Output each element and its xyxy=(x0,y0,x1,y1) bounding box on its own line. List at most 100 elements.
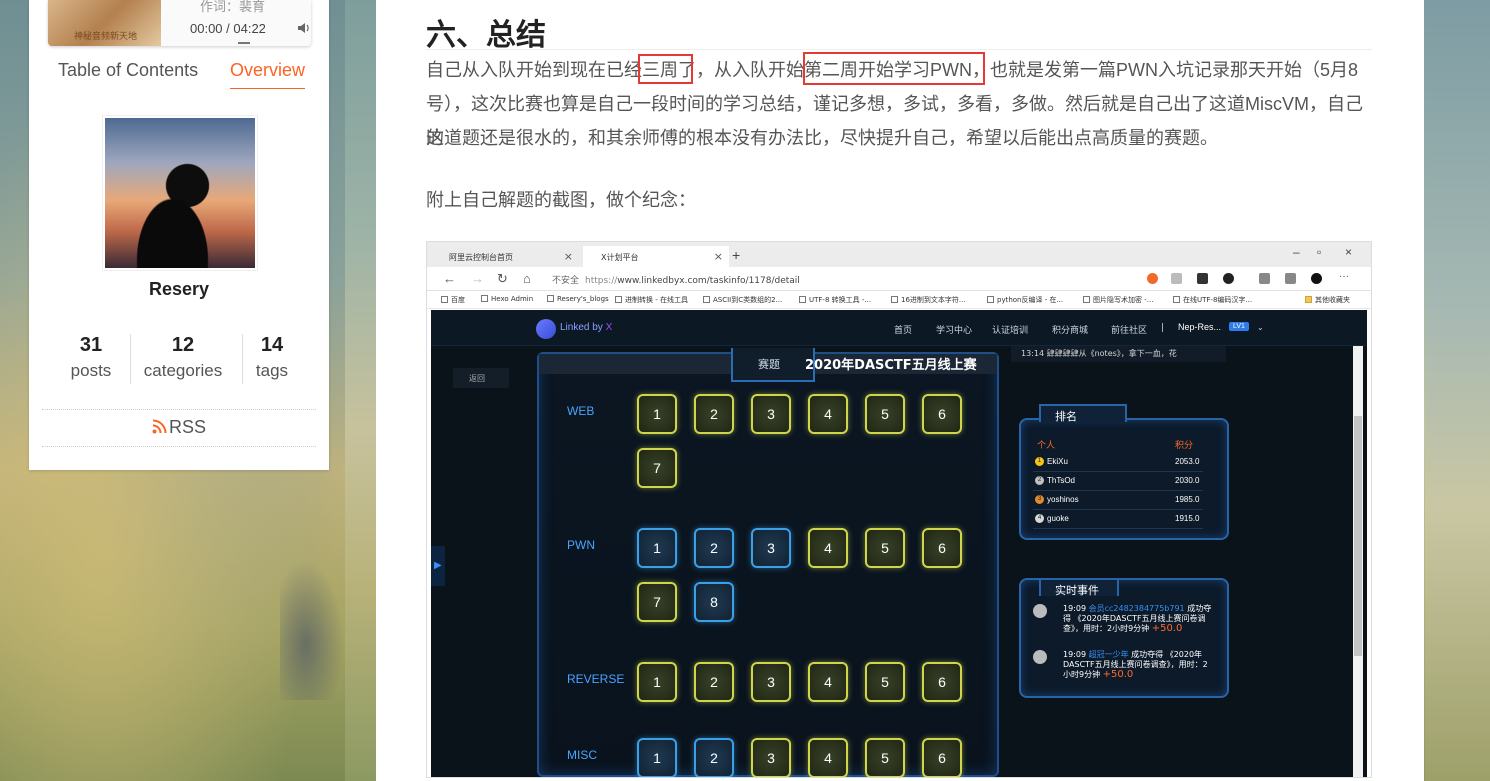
reload-icon[interactable]: ↻ xyxy=(497,271,508,287)
task-button[interactable]: 4 xyxy=(808,394,848,434)
bookmark[interactable]: 百度 xyxy=(441,295,465,305)
task-button[interactable]: 3 xyxy=(751,394,791,434)
site-logo-text[interactable]: Linked by X xyxy=(560,322,612,333)
stat-tags[interactable]: 14 tags xyxy=(251,334,293,381)
embedded-screenshot: 阿里云控制台首页 × X计划平台 × + – ▫ × ← → ↻ ⌂ 不安全 ht… xyxy=(426,241,1372,778)
rss-link[interactable]: RSS xyxy=(42,409,316,447)
bookmark[interactable]: UTF-8 转换工具 -... xyxy=(799,295,871,305)
author-name: Resery xyxy=(148,279,210,299)
task-button[interactable]: 4 xyxy=(808,738,848,777)
profile-icon[interactable] xyxy=(1311,273,1322,284)
task-button[interactable]: 4 xyxy=(808,662,848,702)
close-icon[interactable]: × xyxy=(564,250,573,263)
task-button[interactable]: 6 xyxy=(922,394,962,434)
album-cover: 神秘音频新天地 xyxy=(48,0,161,46)
bookmark[interactable]: 16进制到文本字符... xyxy=(891,295,966,305)
more-icon[interactable]: ··· xyxy=(1339,271,1349,282)
event-time: 19:09 xyxy=(1063,650,1089,659)
bookmark[interactable]: python反编译 - 在... xyxy=(987,295,1063,305)
task-button[interactable]: 3 xyxy=(751,738,791,777)
site-nav-community[interactable]: 前往社区 xyxy=(1111,323,1147,336)
back-button[interactable]: 返回 xyxy=(453,368,509,388)
site-scrollbar[interactable] xyxy=(1353,346,1363,777)
volume-icon[interactable] xyxy=(297,21,311,35)
task-button[interactable]: 8 xyxy=(694,582,734,622)
task-button[interactable]: 2 xyxy=(694,394,734,434)
play-icon[interactable] xyxy=(1171,273,1182,284)
ranking-row[interactable]: 4 guoke 1915.0 xyxy=(1033,511,1203,529)
home-icon[interactable]: ⌂ xyxy=(523,271,531,286)
task-button[interactable]: 7 xyxy=(637,582,677,622)
site-nav-home[interactable]: 首页 xyxy=(894,323,912,336)
close-window-icon[interactable]: × xyxy=(1345,245,1352,259)
task-button[interactable]: 5 xyxy=(865,662,905,702)
browser-tab-label: X计划平台 xyxy=(601,253,639,262)
back-icon[interactable]: ← xyxy=(443,271,456,286)
collections-icon[interactable] xyxy=(1285,273,1296,284)
site-scrollbar-thumb[interactable] xyxy=(1354,416,1362,656)
site-username[interactable]: Nep-Res... xyxy=(1178,322,1221,332)
task-button[interactable]: 1 xyxy=(637,394,677,434)
task-button[interactable]: 1 xyxy=(637,738,677,777)
close-icon[interactable]: × xyxy=(714,250,723,263)
task-button[interactable]: 5 xyxy=(865,528,905,568)
site-nav-training[interactable]: 认证培训 xyxy=(992,323,1028,336)
tab-overview[interactable]: Overview xyxy=(230,60,306,89)
task-button[interactable]: 5 xyxy=(865,738,905,777)
board-title: 2020年DASCTF五月线上赛 xyxy=(805,358,977,373)
bookmark[interactable]: 在线UTF-8编码汉字... xyxy=(1173,295,1252,305)
github-icon[interactable] xyxy=(1223,273,1234,284)
chevron-down-icon[interactable]: ⌄ xyxy=(1257,323,1264,332)
rank-score: 1985.0 xyxy=(1175,495,1200,504)
task-button[interactable]: 5 xyxy=(865,394,905,434)
bookmark[interactable]: 图片隐写术加密 -... xyxy=(1083,295,1153,305)
bookmark[interactable]: Resery's_blogs xyxy=(547,295,609,303)
bookmark-folder[interactable]: 其他收藏夹 xyxy=(1305,295,1350,305)
bookmark[interactable]: 进制转换 - 在线工具 xyxy=(615,295,688,305)
background-scene xyxy=(280,560,344,700)
event-user[interactable]: 会员cc2482384775b791 xyxy=(1089,604,1188,613)
task-button[interactable]: 2 xyxy=(694,662,734,702)
bookmark[interactable]: ASCII到C类数组的2... xyxy=(703,295,782,305)
url-field[interactable]: 不安全 https://www.linkedbyx.com/taskinfo/11… xyxy=(552,273,800,286)
ranking-row[interactable]: 3 yoshinos 1985.0 xyxy=(1033,492,1203,510)
task-button[interactable]: 1 xyxy=(637,528,677,568)
stat-posts[interactable]: 31 posts xyxy=(65,334,117,381)
extension-icon[interactable] xyxy=(1197,273,1208,284)
bookmark[interactable]: Hexo Admin xyxy=(481,295,533,303)
tab-table-of-contents[interactable]: Table of Contents xyxy=(58,60,198,81)
music-player[interactable]: 神秘音频新天地 作词：裴育 00:00 / 04:22 xyxy=(48,0,311,46)
rank-name: guoke xyxy=(1047,514,1069,523)
stat-categories[interactable]: 12 categories xyxy=(139,334,227,381)
extension-icon[interactable] xyxy=(1147,273,1158,284)
site-logo-icon[interactable] xyxy=(536,319,556,339)
ranking-row[interactable]: 1 EkiXu 2053.0 xyxy=(1033,454,1203,472)
task-button[interactable]: 6 xyxy=(922,528,962,568)
task-button[interactable]: 2 xyxy=(694,528,734,568)
task-button[interactable]: 6 xyxy=(922,662,962,702)
favorites-icon[interactable] xyxy=(1259,273,1270,284)
forward-icon[interactable]: → xyxy=(471,271,484,286)
player-author: 作词：裴育 xyxy=(200,0,266,15)
player-progress-bar[interactable] xyxy=(238,42,250,44)
paragraph-caption: 附上自己解题的截图，做个纪念： xyxy=(426,190,696,210)
site-nav-learning[interactable]: 学习中心 xyxy=(936,323,972,336)
new-tab-icon[interactable]: + xyxy=(732,247,740,263)
ranking-panel: 排名 个人 积分 1 EkiXu 2053.0 2 ThTsOd 2030.0 3 yoshi… xyxy=(1019,404,1229,540)
task-button[interactable]: 1 xyxy=(637,662,677,702)
section-heading: 六、总结 xyxy=(426,10,1372,52)
task-button[interactable]: 7 xyxy=(637,448,677,488)
task-button[interactable]: 2 xyxy=(694,738,734,777)
minimize-icon[interactable]: – xyxy=(1293,245,1300,259)
browser-tab-active[interactable]: X计划平台 × xyxy=(583,246,729,267)
site-nav-store[interactable]: 积分商城 xyxy=(1052,323,1088,336)
task-button[interactable]: 3 xyxy=(751,528,791,568)
maximize-icon[interactable]: ▫ xyxy=(1317,245,1321,259)
ranking-row[interactable]: 2 ThTsOd 2030.0 xyxy=(1033,473,1203,491)
browser-tab[interactable]: 阿里云控制台首页 × xyxy=(431,246,579,267)
task-button[interactable]: 4 xyxy=(808,528,848,568)
task-button[interactable]: 6 xyxy=(922,738,962,777)
side-drawer-handle[interactable]: ▶ xyxy=(431,546,445,586)
task-button[interactable]: 3 xyxy=(751,662,791,702)
event-user[interactable]: 超冠一少年 xyxy=(1089,650,1132,659)
